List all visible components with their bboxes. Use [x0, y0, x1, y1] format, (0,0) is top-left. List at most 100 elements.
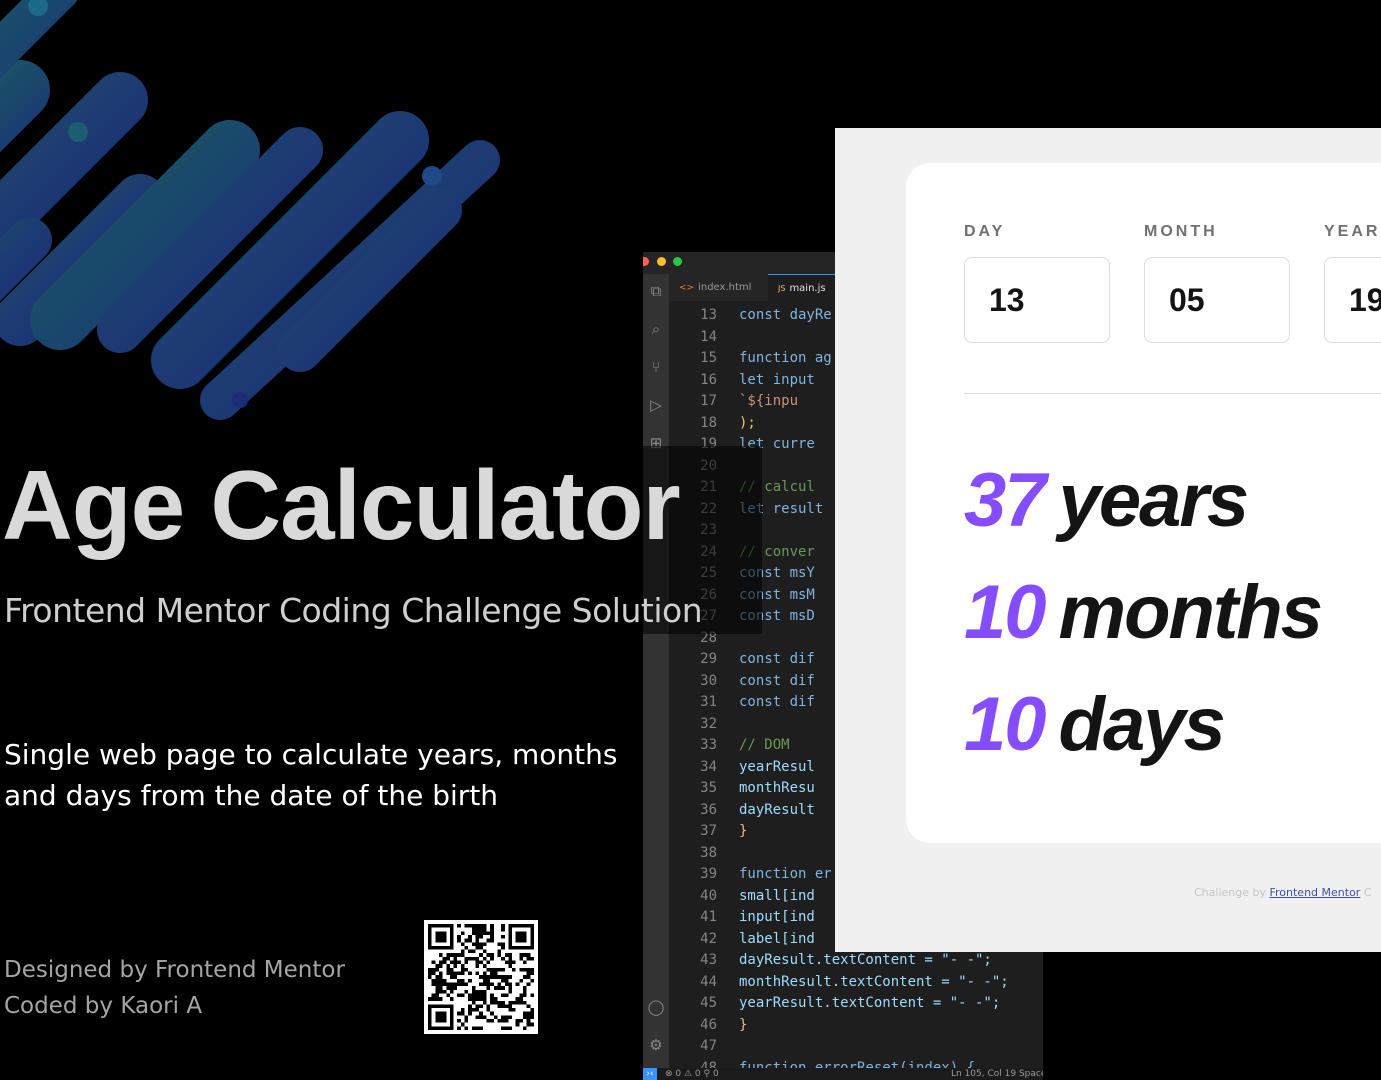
line-code: yearResul — [739, 758, 815, 775]
js-file-icon: JS — [778, 284, 786, 293]
account-icon[interactable]: ◯ — [647, 998, 665, 1016]
page-subtitle: Frontend Mentor Coding Challenge Solutio… — [4, 591, 703, 630]
explorer-icon[interactable]: ⧉ — [647, 282, 665, 300]
attribution-prefix: Challenge by — [1194, 886, 1266, 899]
credit-coded: Coded by Kaori A — [4, 993, 203, 1019]
search-icon[interactable]: ⌕ — [647, 320, 665, 338]
line-code: const dif — [739, 694, 815, 710]
line-code: ); — [739, 414, 756, 431]
line-number: 43 — [700, 952, 717, 968]
line-number: 36 — [700, 801, 717, 818]
line-code: `${inpu — [739, 393, 799, 409]
line-number: 18 — [700, 414, 717, 431]
credits: Designed by Frontend Mentor Coded by Kao… — [4, 952, 345, 1024]
run-debug-icon[interactable]: ▷ — [647, 396, 665, 414]
line-code: dayResult — [739, 801, 815, 818]
month-label: MONTH — [1144, 223, 1218, 240]
qr-code — [424, 920, 538, 1034]
line-number: 46 — [700, 1016, 717, 1033]
tab-index-html[interactable]: <> index.html — [669, 274, 761, 301]
months-number: 10 — [964, 570, 1047, 655]
day-input[interactable]: 13 — [964, 257, 1110, 343]
close-window-dot[interactable] — [643, 257, 649, 266]
line-code: function ag — [739, 350, 832, 366]
line-number: 33 — [700, 737, 717, 753]
editor-status-info[interactable]: Ln 105, Col 19 Spaces: 4 UTF-8 LF {} Jav… — [951, 1068, 1043, 1080]
line-number: 13 — [700, 307, 717, 323]
code-line[interactable]: 46} — [669, 1015, 1043, 1037]
line-number: 42 — [700, 930, 717, 947]
code-line[interactable]: 43 dayResult.textContent = "- -"; — [669, 950, 1043, 972]
line-number: 29 — [700, 651, 717, 667]
code-line[interactable]: 44 monthResult.textContent = "- -"; — [669, 972, 1043, 994]
years-unit: years — [1058, 458, 1250, 543]
line-number: 37 — [700, 823, 717, 839]
line-number: 41 — [700, 909, 717, 925]
line-number: 35 — [700, 780, 717, 796]
days-unit: days — [1058, 682, 1226, 767]
years-number: 37 — [964, 458, 1047, 543]
credit-designed: Designed by Frontend Mentor — [4, 957, 345, 983]
tab-label: index.html — [698, 282, 752, 293]
minimize-window-dot[interactable] — [657, 257, 666, 266]
line-number: 31 — [700, 694, 717, 710]
code-line[interactable]: 45 yearResult.textContent = "- -"; — [669, 993, 1043, 1015]
problems-status[interactable]: ⊗ 0 ⚠ 0 ⚲ 0 — [665, 1068, 719, 1080]
days-number: 10 — [964, 682, 1047, 767]
line-number: 39 — [700, 866, 717, 882]
decorative-streaks — [0, 0, 500, 420]
line-code: // DOM — [739, 737, 790, 753]
attribution: Challenge by Frontend Mentor C — [1194, 886, 1372, 899]
line-code: dayResult.textContent = "- -"; — [739, 952, 992, 968]
divider — [964, 393, 1381, 394]
line-number: 17 — [700, 393, 717, 409]
line-code: const dayRe — [739, 307, 832, 323]
code-line[interactable]: 47 — [669, 1036, 1043, 1058]
line-code: monthResult.textContent = "- -"; — [739, 973, 1009, 990]
frontend-mentor-link[interactable]: Frontend Mentor — [1269, 886, 1360, 899]
year-input[interactable]: 19 — [1324, 257, 1381, 343]
line-code: const dif — [739, 672, 815, 689]
source-control-icon[interactable]: ⑂ — [647, 358, 665, 376]
status-bar: ›‹ ⊗ 0 ⚠ 0 ⚲ 0 Ln 105, Col 19 Spaces: 4 … — [643, 1068, 1043, 1080]
line-code: small[ind — [739, 887, 815, 904]
line-number: 15 — [700, 350, 717, 366]
year-label: YEAR — [1324, 223, 1381, 240]
months-unit: months — [1058, 570, 1323, 655]
day-label: DAY — [964, 223, 1006, 240]
remote-icon[interactable]: ›‹ — [643, 1068, 657, 1080]
attribution-suffix: C — [1363, 886, 1372, 899]
line-number: 16 — [700, 371, 717, 388]
line-number: 32 — [700, 715, 717, 732]
line-code: monthResu — [739, 780, 815, 796]
html-file-icon: <> — [679, 283, 695, 293]
tagline: Single web page to calculate years, mont… — [4, 738, 618, 812]
line-code: let input — [739, 371, 815, 388]
tab-label: main.js — [789, 283, 826, 294]
line-number: 30 — [700, 672, 717, 689]
months-result: 10 months — [964, 563, 1323, 663]
line-number: 38 — [700, 844, 717, 861]
month-field: MONTH 05 — [1144, 223, 1290, 343]
line-number: 40 — [700, 887, 717, 904]
line-number: 34 — [700, 758, 717, 775]
line-code: const dif — [739, 651, 815, 667]
activity-bar: ⧉ ⌕ ⑂ ▷ ⊞ ◯ ⚙ — [643, 274, 669, 1080]
month-input[interactable]: 05 — [1144, 257, 1290, 343]
line-number: 47 — [700, 1038, 717, 1054]
line-code: yearResult.textContent = "- -"; — [739, 995, 1001, 1011]
line-code: function er — [739, 866, 832, 882]
days-result: 10 days — [964, 675, 1226, 775]
line-code: input[ind — [739, 909, 815, 925]
page-title: Age Calculator — [2, 450, 681, 560]
line-code: label[ind — [739, 930, 815, 947]
line-number: 44 — [700, 973, 717, 990]
maximize-window-dot[interactable] — [673, 257, 682, 266]
gear-icon[interactable]: ⚙ — [647, 1036, 665, 1054]
line-code: } — [739, 1016, 748, 1033]
line-number: 14 — [700, 328, 717, 345]
years-result: 37 years — [964, 451, 1250, 551]
calculator-card: DAY 13 MONTH 05 YEAR 19 37 years 10 months… — [906, 163, 1381, 843]
app-preview: DAY 13 MONTH 05 YEAR 19 37 years 10 months… — [835, 128, 1381, 952]
tab-main-js[interactable]: JS main.js — [768, 274, 836, 301]
